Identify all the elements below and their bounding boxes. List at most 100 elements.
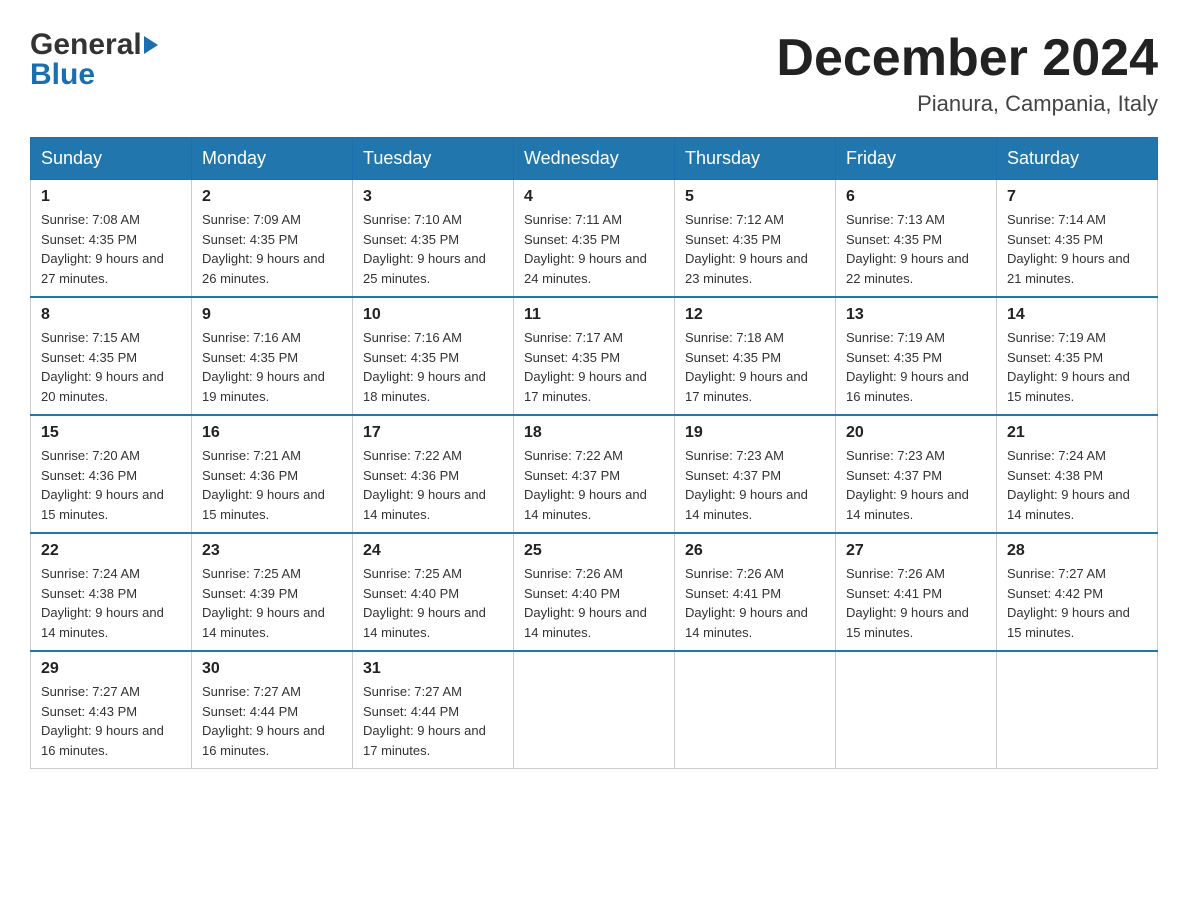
day-info: Sunrise: 7:16 AMSunset: 4:35 PMDaylight:… (202, 328, 342, 406)
day-info: Sunrise: 7:08 AMSunset: 4:35 PMDaylight:… (41, 210, 181, 288)
day-info: Sunrise: 7:24 AMSunset: 4:38 PMDaylight:… (1007, 446, 1147, 524)
day-number: 20 (846, 424, 986, 442)
day-info: Sunrise: 7:24 AMSunset: 4:38 PMDaylight:… (41, 564, 181, 642)
calendar-cell: 20 Sunrise: 7:23 AMSunset: 4:37 PMDayligh… (836, 415, 997, 533)
calendar-cell: 31 Sunrise: 7:27 AMSunset: 4:44 PMDayligh… (353, 651, 514, 769)
logo: General Blue (30, 30, 158, 90)
day-info: Sunrise: 7:15 AMSunset: 4:35 PMDaylight:… (41, 328, 181, 406)
calendar-cell (997, 651, 1158, 769)
day-info: Sunrise: 7:27 AMSunset: 4:44 PMDaylight:… (363, 682, 503, 760)
calendar-cell (675, 651, 836, 769)
day-info: Sunrise: 7:22 AMSunset: 4:37 PMDaylight:… (524, 446, 664, 524)
col-monday: Monday (192, 138, 353, 180)
calendar-cell: 1Sunrise: 7:08 AMSunset: 4:35 PMDaylight… (31, 180, 192, 298)
day-info: Sunrise: 7:25 AMSunset: 4:40 PMDaylight:… (363, 564, 503, 642)
day-info: Sunrise: 7:27 AMSunset: 4:44 PMDaylight:… (202, 682, 342, 760)
calendar-cell: 16Sunrise: 7:21 AMSunset: 4:36 PMDayligh… (192, 415, 353, 533)
calendar-cell: 26 Sunrise: 7:26 AMSunset: 4:41 PMDayligh… (675, 533, 836, 651)
day-info: Sunrise: 7:17 AMSunset: 4:35 PMDaylight:… (524, 328, 664, 406)
calendar-cell: 12 Sunrise: 7:18 AMSunset: 4:35 PMDayligh… (675, 297, 836, 415)
day-number: 18 (524, 424, 664, 442)
day-info: Sunrise: 7:26 AMSunset: 4:41 PMDaylight:… (846, 564, 986, 642)
calendar-cell: 2Sunrise: 7:09 AMSunset: 4:35 PMDaylight… (192, 180, 353, 298)
col-thursday: Thursday (675, 138, 836, 180)
day-number: 26 (685, 542, 825, 560)
calendar-cell: 24 Sunrise: 7:25 AMSunset: 4:40 PMDayligh… (353, 533, 514, 651)
day-info: Sunrise: 7:10 AMSunset: 4:35 PMDaylight:… (363, 210, 503, 288)
day-info: Sunrise: 7:16 AMSunset: 4:35 PMDaylight:… (363, 328, 503, 406)
day-number: 19 (685, 424, 825, 442)
day-info: Sunrise: 7:23 AMSunset: 4:37 PMDaylight:… (846, 446, 986, 524)
day-info: Sunrise: 7:11 AMSunset: 4:35 PMDaylight:… (524, 210, 664, 288)
day-info: Sunrise: 7:21 AMSunset: 4:36 PMDaylight:… (202, 446, 342, 524)
day-info: Sunrise: 7:26 AMSunset: 4:41 PMDaylight:… (685, 564, 825, 642)
col-friday: Friday (836, 138, 997, 180)
day-number: 2 (202, 188, 342, 206)
calendar-cell: 22 Sunrise: 7:24 AMSunset: 4:38 PMDayligh… (31, 533, 192, 651)
calendar-week-row: 15 Sunrise: 7:20 AMSunset: 4:36 PMDayligh… (31, 415, 1158, 533)
day-info: Sunrise: 7:22 AMSunset: 4:36 PMDaylight:… (363, 446, 503, 524)
day-number: 24 (363, 542, 503, 560)
day-info: Sunrise: 7:18 AMSunset: 4:35 PMDaylight:… (685, 328, 825, 406)
day-number: 10 (363, 306, 503, 324)
calendar-cell: 10 Sunrise: 7:16 AMSunset: 4:35 PMDayligh… (353, 297, 514, 415)
day-info: Sunrise: 7:25 AMSunset: 4:39 PMDaylight:… (202, 564, 342, 642)
calendar-cell: 19 Sunrise: 7:23 AMSunset: 4:37 PMDayligh… (675, 415, 836, 533)
day-number: 5 (685, 188, 825, 206)
day-number: 8 (41, 306, 181, 324)
day-number: 12 (685, 306, 825, 324)
calendar-week-row: 8 Sunrise: 7:15 AMSunset: 4:35 PMDaylight… (31, 297, 1158, 415)
calendar-cell: 28Sunrise: 7:27 AMSunset: 4:42 PMDayligh… (997, 533, 1158, 651)
calendar-header-row: Sunday Monday Tuesday Wednesday Thursday… (31, 138, 1158, 180)
day-info: Sunrise: 7:23 AMSunset: 4:37 PMDaylight:… (685, 446, 825, 524)
col-sunday: Sunday (31, 138, 192, 180)
month-title: December 2024 (776, 30, 1158, 87)
day-number: 3 (363, 188, 503, 206)
logo-triangle-icon (144, 36, 158, 54)
day-number: 14 (1007, 306, 1147, 324)
day-number: 29 (41, 660, 181, 678)
calendar-cell: 15 Sunrise: 7:20 AMSunset: 4:36 PMDayligh… (31, 415, 192, 533)
day-number: 15 (41, 424, 181, 442)
day-info: Sunrise: 7:19 AMSunset: 4:35 PMDaylight:… (846, 328, 986, 406)
calendar-cell: 18 Sunrise: 7:22 AMSunset: 4:37 PMDayligh… (514, 415, 675, 533)
calendar-cell: 21 Sunrise: 7:24 AMSunset: 4:38 PMDayligh… (997, 415, 1158, 533)
calendar-cell: 3 Sunrise: 7:10 AMSunset: 4:35 PMDaylight… (353, 180, 514, 298)
calendar-cell: 25Sunrise: 7:26 AMSunset: 4:40 PMDayligh… (514, 533, 675, 651)
day-number: 7 (1007, 188, 1147, 206)
calendar-cell: 17 Sunrise: 7:22 AMSunset: 4:36 PMDayligh… (353, 415, 514, 533)
calendar-cell: 11 Sunrise: 7:17 AMSunset: 4:35 PMDayligh… (514, 297, 675, 415)
calendar-cell: 6Sunrise: 7:13 AMSunset: 4:35 PMDaylight… (836, 180, 997, 298)
day-number: 9 (202, 306, 342, 324)
calendar-cell: 9 Sunrise: 7:16 AMSunset: 4:35 PMDaylight… (192, 297, 353, 415)
calendar-cell: 5 Sunrise: 7:12 AMSunset: 4:35 PMDaylight… (675, 180, 836, 298)
col-tuesday: Tuesday (353, 138, 514, 180)
day-info: Sunrise: 7:14 AMSunset: 4:35 PMDaylight:… (1007, 210, 1147, 288)
day-number: 13 (846, 306, 986, 324)
day-info: Sunrise: 7:27 AMSunset: 4:43 PMDaylight:… (41, 682, 181, 760)
day-number: 31 (363, 660, 503, 678)
calendar-cell: 4 Sunrise: 7:11 AMSunset: 4:35 PMDaylight… (514, 180, 675, 298)
day-info: Sunrise: 7:26 AMSunset: 4:40 PMDaylight:… (524, 564, 664, 642)
col-saturday: Saturday (997, 138, 1158, 180)
day-info: Sunrise: 7:19 AMSunset: 4:35 PMDaylight:… (1007, 328, 1147, 406)
day-number: 21 (1007, 424, 1147, 442)
day-number: 23 (202, 542, 342, 560)
calendar-cell: 14 Sunrise: 7:19 AMSunset: 4:35 PMDayligh… (997, 297, 1158, 415)
day-info: Sunrise: 7:12 AMSunset: 4:35 PMDaylight:… (685, 210, 825, 288)
day-number: 22 (41, 542, 181, 560)
calendar-cell: 23 Sunrise: 7:25 AMSunset: 4:39 PMDayligh… (192, 533, 353, 651)
calendar-cell: 7 Sunrise: 7:14 AMSunset: 4:35 PMDaylight… (997, 180, 1158, 298)
day-number: 27 (846, 542, 986, 560)
calendar-week-row: 22 Sunrise: 7:24 AMSunset: 4:38 PMDayligh… (31, 533, 1158, 651)
logo-general-text: General (30, 30, 142, 60)
calendar-week-row: 1Sunrise: 7:08 AMSunset: 4:35 PMDaylight… (31, 180, 1158, 298)
day-number: 4 (524, 188, 664, 206)
day-info: Sunrise: 7:20 AMSunset: 4:36 PMDaylight:… (41, 446, 181, 524)
day-number: 17 (363, 424, 503, 442)
calendar-cell: 29 Sunrise: 7:27 AMSunset: 4:43 PMDayligh… (31, 651, 192, 769)
calendar-cell: 30Sunrise: 7:27 AMSunset: 4:44 PMDayligh… (192, 651, 353, 769)
day-number: 11 (524, 306, 664, 324)
calendar-cell (836, 651, 997, 769)
col-wednesday: Wednesday (514, 138, 675, 180)
